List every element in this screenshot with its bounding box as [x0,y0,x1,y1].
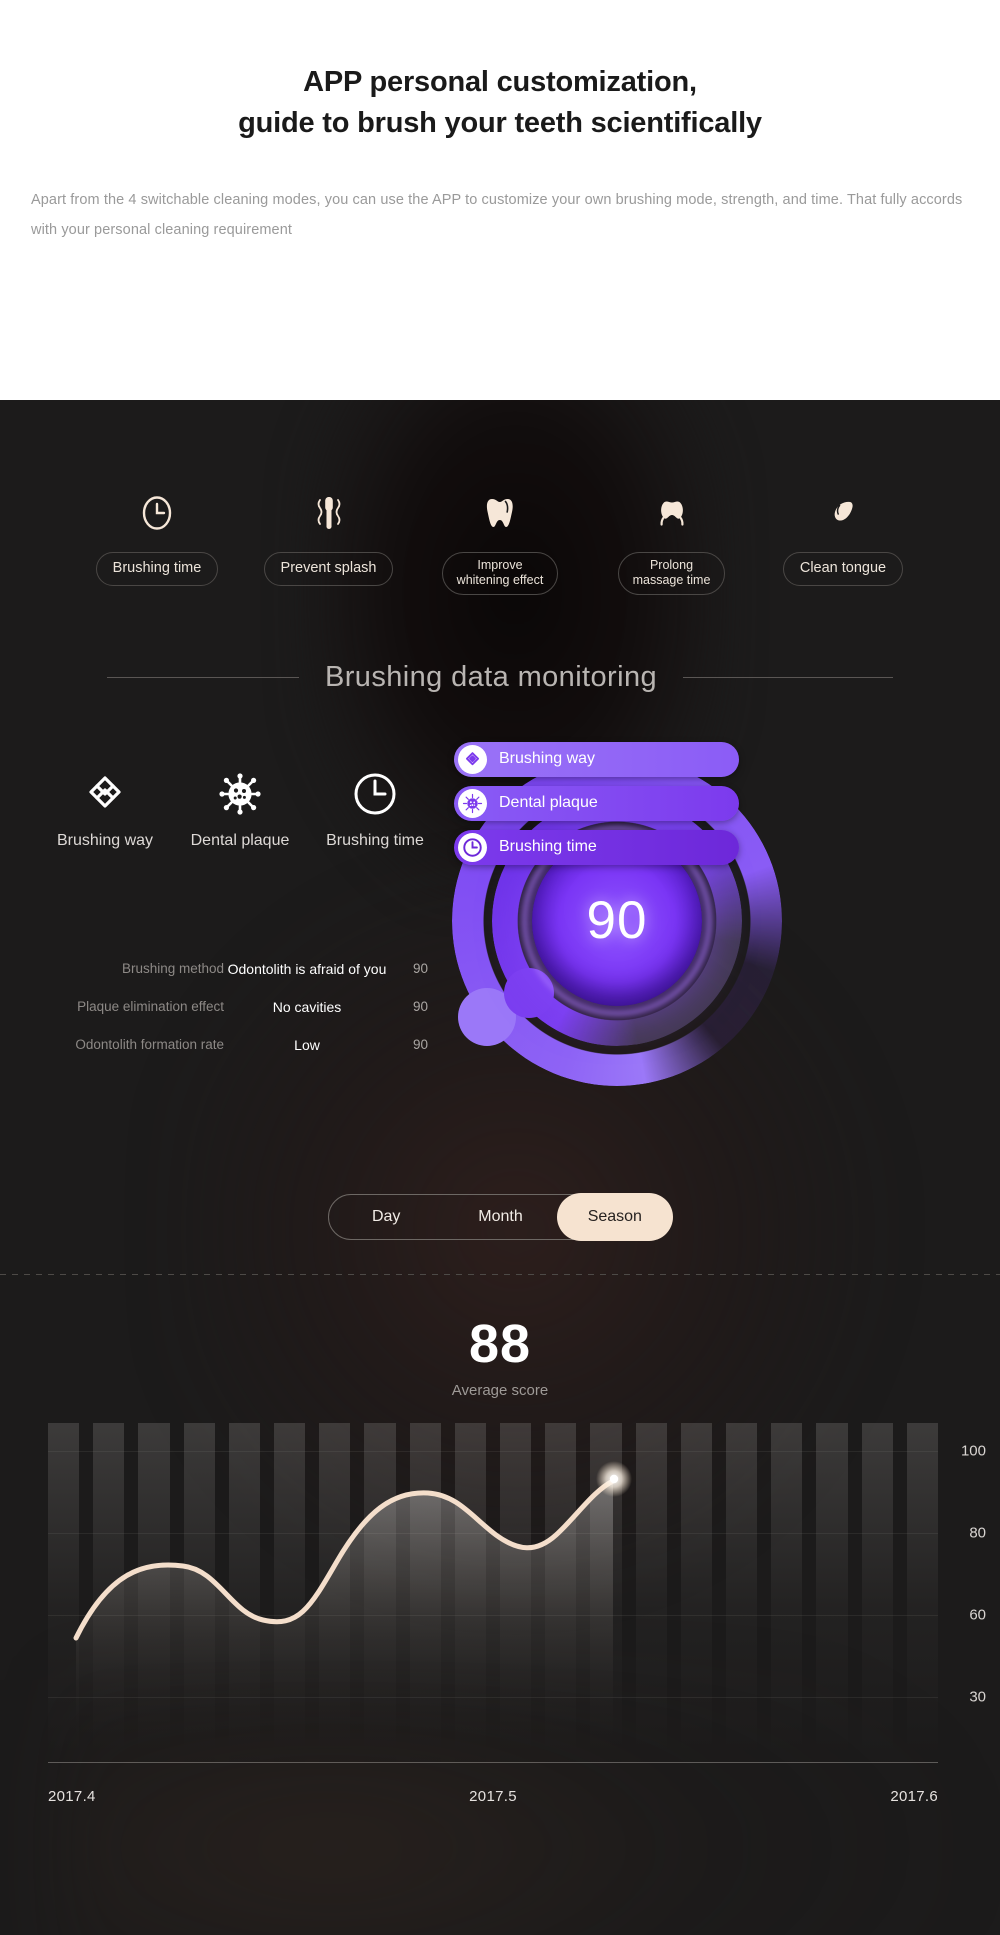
table-cell-value: Odontolith is afraid of you [227,960,387,977]
legend-item-dental-plaque[interactable]: Dental plaque [454,785,739,821]
chart-plot: 100 80 60 30 2017.4 2017.5 2017.6 [0,1422,1000,1805]
x-tick: 2017.5 [469,1787,517,1805]
feature-item-clean-tongue[interactable]: Clean tongue [768,490,918,595]
gauge-legend: Brushing way Dental plaque Brushing time [454,741,754,874]
period-toggle-wrap: Day Month Season [0,1193,1000,1240]
divider-left [106,676,299,678]
table-row: Brushing method Odontolith is afraid of … [28,954,428,984]
table-cell-key: Plaque elimination effect [77,999,224,1014]
metric-list: Brushing way Dental plaque Brushing time [40,768,440,850]
page-subtitle: Apart from the 4 switchable cleaning mod… [31,192,963,239]
y-tick: 30 [969,1688,986,1705]
metric-label: Brushing time [326,831,424,849]
chart-curve [73,1460,632,1763]
germ-icon [217,768,263,820]
hero-section: APP personal customization, guide to bru… [0,0,1000,400]
feature-label: Clean tongue [782,552,904,586]
table-cell-score: 90 [412,1037,428,1052]
page-title-line1: APP personal customization, [303,66,697,98]
toothbrush-vibration-icon [311,490,347,536]
feature-label: Improve whitening effect [441,552,559,595]
molar-tooth-icon [654,490,690,536]
period-option-month[interactable]: Month [443,1195,557,1239]
metric-brushing-time[interactable]: Brushing time [310,768,440,850]
metric-brushing-way[interactable]: Brushing way [40,768,170,850]
chart-y-axis: 100 80 60 30 [950,1423,1000,1763]
chart-area: 2017.4 2017.5 2017.6 [48,1422,939,1805]
divider-right [683,676,893,678]
x-tick: 2017.6 [890,1787,938,1805]
feature-label: Prolong massage time [617,552,726,595]
feature-label-line1: Prolong [649,558,694,572]
feature-item-massage[interactable]: Prolong massage time [597,490,747,595]
table-cell-key: Odontolith formation rate [75,1037,224,1052]
tooth-icon [483,490,517,536]
period-toggle[interactable]: Day Month Season [328,1193,672,1240]
legend-label: Dental plaque [499,794,598,811]
legend-item-brushing-way[interactable]: Brushing way [454,741,739,777]
gauge-score: 90 [586,891,648,950]
clock-icon [351,768,399,820]
chart-endpoint [609,1474,619,1483]
table-cell-score: 90 [412,999,428,1014]
monitoring-panel: Brushing way Dental plaque Brushing time… [0,716,1000,1186]
feature-item-whitening[interactable]: Improve whitening effect [425,490,575,595]
diamond-arrows-icon [458,744,487,774]
clock-icon [140,490,174,536]
table-row: Plaque elimination effect No cavities 90 [28,992,428,1022]
feature-label: Prevent splash [263,552,394,586]
diamond-arrows-icon [83,768,127,820]
period-option-day[interactable]: Day [329,1195,443,1239]
feature-label: Brushing time [95,552,219,586]
feature-label-line2: massage time [632,573,711,588]
section-title-row: Brushing data monitoring [0,661,1000,694]
feature-item-prevent-splash[interactable]: Prevent splash [254,490,404,595]
section-title: Brushing data monitoring [324,660,657,693]
legend-label: Brushing time [499,838,597,855]
page-title-line2: guide to brush your teeth scientifically [238,107,762,140]
page-title: APP personal customization, guide to bru… [30,62,970,144]
y-tick: 100 [960,1442,986,1459]
feature-label-line1: Improve [477,558,523,572]
y-tick: 60 [969,1606,986,1623]
tongue-icon [826,490,860,536]
clock-icon [458,832,487,862]
metric-dental-plaque[interactable]: Dental plaque [175,768,305,850]
average-score-chart: 88 Average score 100 80 60 30 2017.4 201… [0,1275,1000,1805]
metric-label: Brushing way [56,831,154,849]
table-cell-value: No cavities [272,998,342,1015]
legend-label: Brushing way [499,750,596,767]
dark-section: Brushing time Prevent splash Improve whi… [0,400,1000,1935]
table-cell-score: 90 [412,961,428,976]
feature-list: Brushing time Prevent splash Improve whi… [0,400,1000,595]
metrics-table: Brushing method Odontolith is afraid of … [28,954,428,1068]
average-score-label: Average score [451,1381,549,1399]
germ-icon [458,788,487,818]
table-cell-key: Brushing method [121,961,224,976]
feature-item-brushing-time[interactable]: Brushing time [82,490,232,595]
radial-gauge: 90 Brushing way Dental plaque Brushing t… [452,736,792,1126]
legend-item-brushing-time[interactable]: Brushing time [454,829,739,865]
chart-x-axis: 2017.4 2017.5 2017.6 [48,1788,938,1805]
y-tick: 80 [969,1524,986,1541]
feature-label-line2: whitening effect [456,573,544,588]
average-score-value: 88 [468,1313,532,1374]
table-cell-value: Low [294,1036,320,1053]
x-tick: 2017.4 [48,1787,96,1805]
table-row: Odontolith formation rate Low 90 [28,1030,428,1060]
metric-label: Dental plaque [190,831,290,849]
chart-area-fill [76,1480,613,1763]
period-option-season[interactable]: Season [557,1193,672,1240]
